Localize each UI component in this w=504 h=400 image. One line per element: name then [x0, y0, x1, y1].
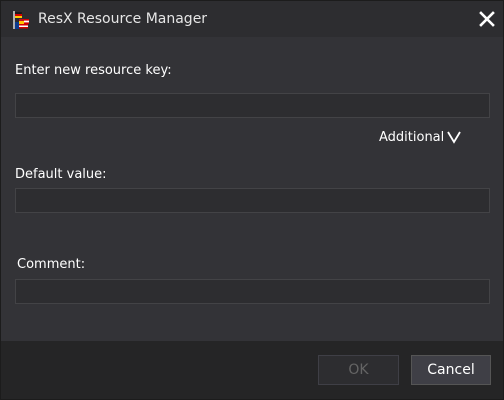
- additional-toggle[interactable]: Additional: [379, 127, 462, 147]
- resource-manager-dialog: ResX Resource Manager Enter new resource…: [0, 0, 504, 400]
- chevron-down-icon: [447, 131, 462, 144]
- close-icon[interactable]: [475, 7, 499, 31]
- additional-label: Additional: [379, 129, 445, 145]
- resource-key-input[interactable]: [15, 93, 490, 118]
- resx-flag-icon: [13, 11, 29, 29]
- ok-button[interactable]: OK: [318, 355, 399, 385]
- comment-label: Comment:: [17, 257, 86, 272]
- cancel-button[interactable]: Cancel: [411, 355, 491, 385]
- default-value-input[interactable]: [15, 188, 490, 213]
- dialog-footer: OK Cancel: [1, 341, 503, 399]
- comment-input[interactable]: [15, 279, 490, 304]
- default-value-label: Default value:: [15, 167, 107, 182]
- window-title: ResX Resource Manager: [38, 11, 208, 27]
- title-bar[interactable]: ResX Resource Manager: [1, 1, 503, 37]
- resource-key-label: Enter new resource key:: [15, 63, 172, 78]
- form-area: Enter new resource key: Additional Defau…: [1, 37, 503, 341]
